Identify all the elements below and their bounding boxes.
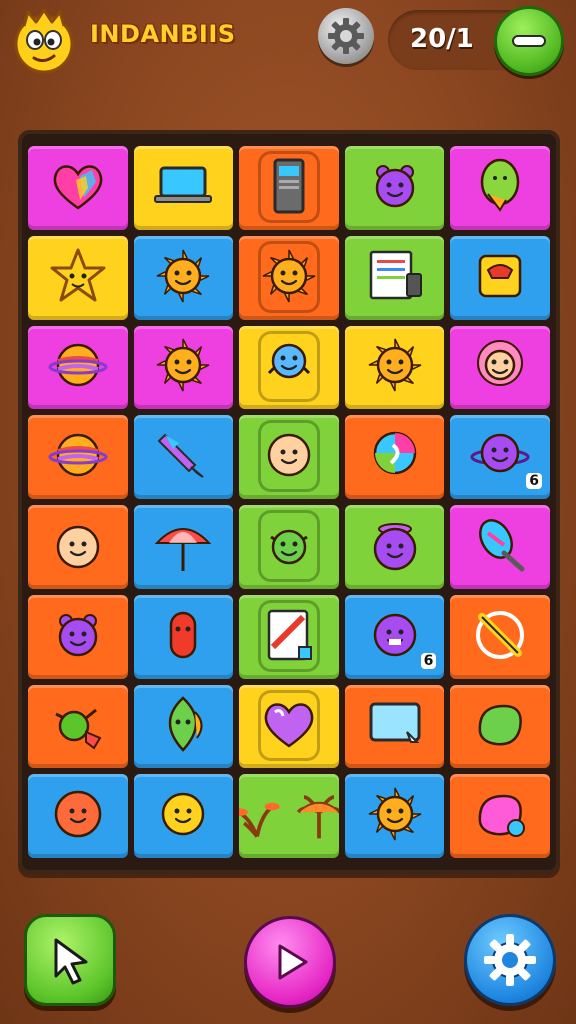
tile[interactable] xyxy=(133,684,234,769)
striped-planet-icon xyxy=(46,423,110,491)
tile[interactable] xyxy=(133,774,234,858)
sun-icon xyxy=(257,244,321,312)
orange-creature-icon xyxy=(363,333,427,401)
settings-button[interactable] xyxy=(318,8,374,64)
tile[interactable] xyxy=(344,415,445,499)
planet-icon xyxy=(46,333,110,401)
tile[interactable] xyxy=(344,505,445,589)
laptop-icon xyxy=(151,154,215,222)
girl-face-icon xyxy=(468,333,532,401)
umbrella-icon xyxy=(151,513,215,581)
tile[interactable] xyxy=(239,235,339,320)
tile[interactable] xyxy=(239,594,339,679)
play-icon xyxy=(278,944,308,980)
boy-face-icon xyxy=(46,513,110,581)
tile[interactable] xyxy=(450,235,550,320)
orange-creature-icon xyxy=(363,782,427,850)
tile[interactable] xyxy=(133,505,234,589)
purple-monster-icon xyxy=(363,603,427,671)
rocket-icon xyxy=(151,423,215,491)
gear-icon xyxy=(484,934,536,986)
tile[interactable] xyxy=(239,415,339,499)
tile[interactable] xyxy=(450,774,550,858)
tile[interactable] xyxy=(133,594,234,679)
play-button[interactable] xyxy=(244,916,336,1008)
tile[interactable] xyxy=(28,684,128,769)
smiley-mascot-icon xyxy=(12,6,76,74)
paintbrush-icon xyxy=(468,513,532,581)
plants-icon xyxy=(239,784,339,848)
tile[interactable] xyxy=(344,325,445,410)
red-creature-icon xyxy=(151,603,215,671)
gear-icon xyxy=(328,18,364,54)
tile[interactable] xyxy=(344,235,445,320)
minus-button[interactable] xyxy=(494,6,564,76)
settings-bottom-button[interactable] xyxy=(464,914,556,1006)
orange-ball-icon xyxy=(46,782,110,850)
minus-icon xyxy=(512,35,546,47)
tile[interactable] xyxy=(450,325,550,410)
server-tower-icon xyxy=(257,154,321,222)
screen-icon xyxy=(363,692,427,760)
purple-heart-icon xyxy=(257,692,321,760)
star-icon xyxy=(46,244,110,312)
tile[interactable] xyxy=(28,235,128,320)
tile[interactable] xyxy=(133,325,234,410)
tile[interactable] xyxy=(450,146,550,230)
tile[interactable] xyxy=(344,774,445,858)
tile[interactable] xyxy=(239,325,339,410)
document-icon xyxy=(363,244,427,312)
tile[interactable] xyxy=(239,774,339,858)
top-bar: INDANBIIS 20/1 xyxy=(0,0,576,90)
tile[interactable] xyxy=(133,235,234,320)
tile-badge: 6 xyxy=(420,652,437,669)
pencil-icon xyxy=(468,603,532,671)
score-counter: 20/1 xyxy=(410,24,474,54)
swirl-icon xyxy=(363,423,427,491)
blue-creature-icon xyxy=(257,333,321,401)
tile[interactable] xyxy=(239,505,339,589)
tile[interactable] xyxy=(28,325,128,410)
pointer-button[interactable] xyxy=(24,914,116,1006)
card-icon xyxy=(257,603,321,671)
tile-badge: 6 xyxy=(526,473,542,489)
tile[interactable] xyxy=(28,146,128,230)
tile[interactable] xyxy=(344,146,445,230)
tile[interactable] xyxy=(450,594,550,679)
tile[interactable] xyxy=(239,684,339,769)
green-blob-icon xyxy=(468,692,532,760)
tile[interactable] xyxy=(450,684,550,769)
green-balloon-icon xyxy=(468,154,532,222)
tile[interactable] xyxy=(28,505,128,589)
purple-planet-icon xyxy=(468,423,532,491)
tile[interactable]: 6 xyxy=(344,594,445,679)
game-title: INDANBIIS xyxy=(90,20,236,48)
tile[interactable] xyxy=(133,415,234,499)
tile[interactable] xyxy=(28,594,128,679)
leaf-icon xyxy=(151,692,215,760)
tile[interactable] xyxy=(239,146,339,230)
purple-pot-icon xyxy=(363,513,427,581)
sun-creature-icon xyxy=(151,244,215,312)
tile[interactable] xyxy=(344,684,445,769)
pointer-icon xyxy=(54,938,88,985)
tile[interactable] xyxy=(28,774,128,858)
yellow-face-icon xyxy=(151,782,215,850)
tile[interactable] xyxy=(133,146,234,230)
red-phone-icon xyxy=(468,244,532,312)
heart-icon xyxy=(46,154,110,222)
orange-creature-icon xyxy=(151,333,215,401)
tile[interactable] xyxy=(450,505,550,589)
green-creature-icon xyxy=(257,513,321,581)
baby-face-icon xyxy=(257,423,321,491)
tile[interactable]: 6 xyxy=(450,415,550,499)
pink-blob-icon xyxy=(468,782,532,850)
tile[interactable] xyxy=(28,415,128,499)
purple-creature-icon xyxy=(363,154,427,222)
tile-grid: 6 6 xyxy=(28,146,550,858)
green-bug-icon xyxy=(46,692,110,760)
purple-creature-icon xyxy=(46,603,110,671)
